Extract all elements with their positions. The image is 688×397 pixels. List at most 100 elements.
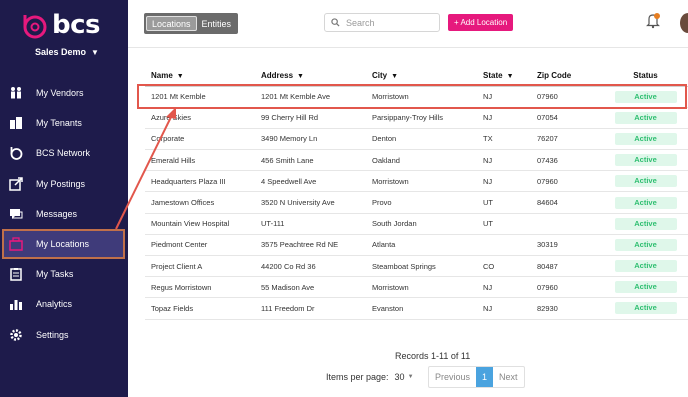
sort-down-icon: ▼ — [506, 73, 514, 81]
table-row[interactable]: Headquarters Plaza III 4 Speedwell Ave Mor… — [145, 170, 688, 193]
sidebar-item-messages[interactable]: Messages — [0, 199, 128, 229]
table-row[interactable]: Regus Morristown 55 Madison Ave Morristown… — [145, 276, 688, 299]
sort-down-icon: ▼ — [176, 73, 184, 81]
cell-name: Azure Skies — [145, 107, 255, 129]
table-row[interactable]: Jamestown Offices 3520 N University Ave Pr… — [145, 191, 688, 214]
org-name: Sales Demo — [35, 47, 87, 57]
org-switcher[interactable]: Sales Demo ▼ — [35, 47, 99, 57]
sidebar-item-my-tasks[interactable]: My Tasks — [0, 259, 128, 289]
cell-zip — [531, 213, 603, 235]
sidebar-item-my-locations[interactable]: My Locations — [2, 228, 125, 260]
brand-logo[interactable]: bcs — [20, 10, 101, 40]
tab-entities[interactable]: Entities — [197, 16, 237, 31]
previous-page-button[interactable]: Previous — [429, 367, 476, 387]
cell-status: Active — [603, 297, 688, 320]
sidebar-item-bcs-network[interactable]: BCS Network — [0, 138, 128, 168]
col-header-address[interactable]: Address ▼ — [255, 66, 366, 87]
cell-zip: 07960 — [531, 170, 603, 193]
col-header-city[interactable]: City ▼ — [366, 66, 477, 87]
table-row[interactable]: Emerald Hills 456 Smith Lane Oakland NJ 0743… — [145, 149, 688, 172]
sidebar-item-label: Messages — [36, 208, 78, 219]
row-highlight-annotation — [137, 84, 687, 109]
analytics-icon — [9, 297, 23, 311]
cell-zip: 76207 — [531, 128, 603, 151]
pagination: Previous 1 Next — [428, 366, 525, 388]
search-input[interactable] — [346, 17, 431, 28]
cell-zip: 82930 — [531, 297, 603, 320]
table-row[interactable]: Corporate 3490 Memory Ln Denton TX 76207 Acti… — [145, 128, 688, 151]
cell-zip: 07960 — [531, 276, 603, 299]
table-row[interactable]: Piedmont Center 3575 Peachtree Rd NE Atlan… — [145, 234, 688, 257]
cell-address: 456 Smith Lane — [255, 149, 366, 172]
cell-state: UT — [477, 191, 531, 214]
next-page-button[interactable]: Next — [493, 367, 524, 387]
cell-status: Active — [603, 191, 688, 214]
sidebar-item-label: BCS Network — [36, 148, 91, 159]
col-header-name[interactable]: Name ▼ — [145, 66, 255, 87]
cell-address: 4 Speedwell Ave — [255, 170, 366, 193]
network-icon — [9, 146, 23, 161]
cell-state: NJ — [477, 276, 531, 299]
table-row[interactable]: Project Client A 44200 Co Rd 36 Steamboat … — [145, 255, 688, 278]
cell-name: Regus Morristown — [145, 276, 255, 299]
page-1-button[interactable]: 1 — [476, 367, 494, 387]
sidebar-item-label: Settings — [36, 329, 69, 340]
cell-address: 44200 Co Rd 36 — [255, 255, 366, 278]
status-badge: Active — [614, 238, 677, 251]
cell-address: 99 Cherry Hill Rd — [255, 107, 366, 129]
items-per-page-select[interactable]: 30 ▼ — [395, 372, 414, 382]
cell-state: NJ — [477, 107, 531, 129]
sidebar-item-label: My Vendors — [36, 88, 84, 99]
cell-city: Steamboat Springs — [366, 255, 477, 278]
col-header-zip: Zip Code — [531, 66, 603, 87]
cell-status: Active — [603, 107, 688, 129]
sidebar-item-settings[interactable]: Settings — [0, 320, 128, 350]
cell-city: Morristown — [366, 276, 477, 299]
sidebar-item-analytics[interactable]: Analytics — [0, 289, 128, 319]
tenants-icon — [9, 116, 23, 130]
cell-name: Headquarters Plaza III — [145, 170, 255, 193]
cell-name: Project Client A — [145, 255, 255, 278]
sort-down-icon: ▼ — [297, 73, 304, 81]
settings-icon — [9, 328, 23, 342]
sidebar-item-my-tenants[interactable]: My Tenants — [0, 108, 128, 138]
cell-status: Active — [603, 128, 688, 151]
cell-status: Active — [603, 255, 688, 278]
status-badge: Active — [614, 111, 677, 124]
sidebar-item-label: My Postings — [36, 178, 86, 189]
table-row[interactable]: Mountain View Hospital UT-111 South Jordan… — [145, 213, 688, 235]
cell-name: Emerald Hills — [145, 149, 255, 172]
avatar[interactable] — [680, 13, 688, 33]
records-count: Records 1-11 of 11 — [395, 351, 471, 361]
cell-name: Mountain View Hospital — [145, 213, 255, 235]
status-badge: Active — [614, 281, 677, 294]
cell-zip: 84604 — [531, 191, 603, 214]
cell-status: Active — [603, 170, 688, 193]
sidebar-item-label: Analytics — [36, 299, 73, 310]
sidebar: bcs Sales Demo ▼ My Vendors My Tenants B… — [0, 0, 128, 397]
table-row[interactable]: Topaz Fields 111 Freedom Dr Evanston NJ 8293… — [145, 297, 688, 320]
col-header-state[interactable]: State ▼ — [477, 66, 531, 87]
search-icon — [331, 18, 340, 27]
status-badge: Active — [614, 260, 677, 273]
cell-status: Active — [603, 234, 688, 257]
cell-address: 3520 N University Ave — [255, 191, 366, 214]
locations-icon — [9, 237, 23, 251]
cell-city: South Jordan — [366, 213, 477, 235]
status-badge: Active — [614, 302, 677, 315]
cell-status: Active — [603, 276, 688, 299]
brand-name: bcs — [52, 10, 101, 40]
sidebar-item-my-vendors[interactable]: My Vendors — [0, 78, 128, 108]
sidebar-item-label: My Tasks — [36, 269, 74, 280]
cell-state: NJ — [477, 170, 531, 193]
sidebar-item-my-postings[interactable]: My Postings — [0, 169, 128, 199]
bcs-logo-icon — [23, 15, 47, 39]
table-row[interactable]: Azure Skies 99 Cherry Hill Rd Parsippany-T… — [145, 107, 688, 129]
tab-locations[interactable]: Locations — [146, 16, 197, 31]
cell-address: UT-111 — [255, 213, 366, 235]
cell-city: Oakland — [366, 149, 477, 172]
add-location-button[interactable]: + Add Location — [448, 14, 514, 31]
status-badge: Active — [614, 217, 677, 230]
col-header-status: Status — [603, 66, 688, 87]
items-per-page-label: Items per page: — [326, 372, 389, 382]
